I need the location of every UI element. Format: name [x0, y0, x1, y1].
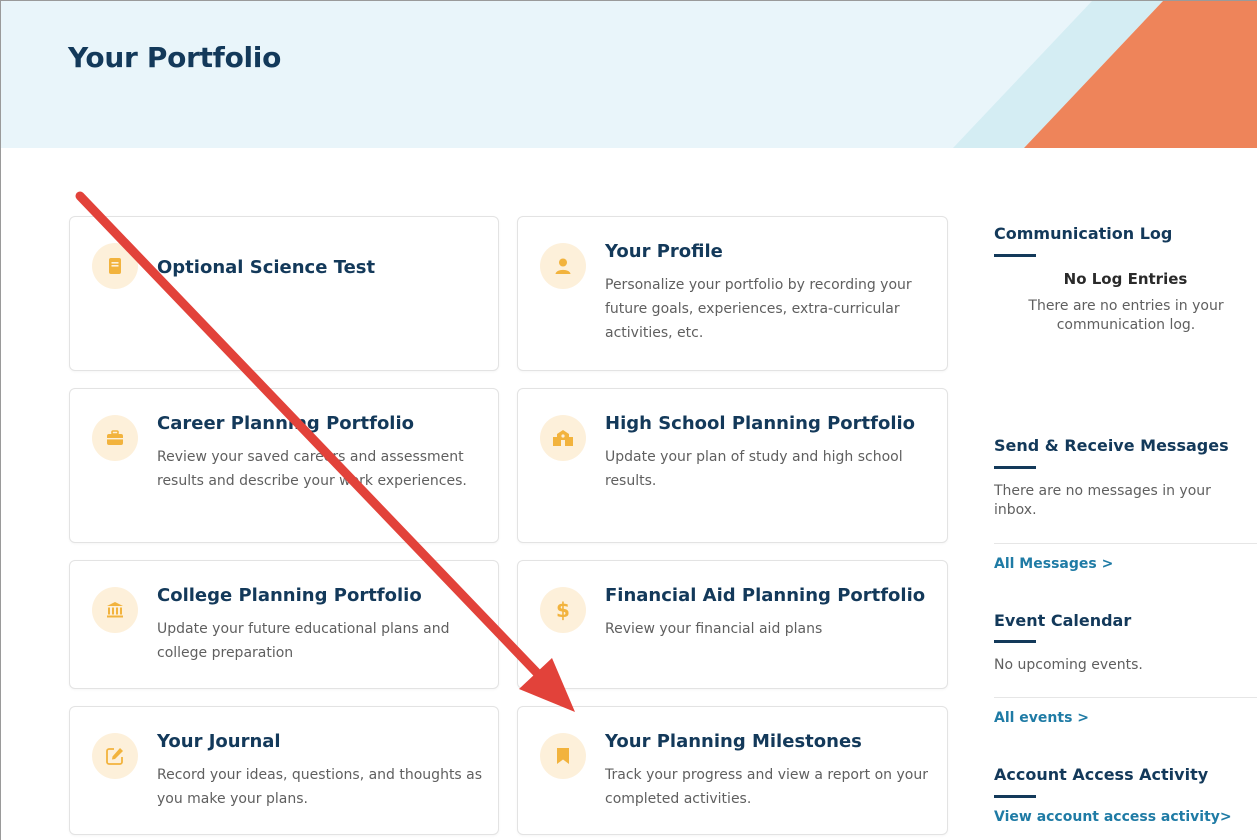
page-header: Your Portfolio — [1, 1, 1257, 148]
section-divider — [994, 543, 1257, 544]
book-icon — [92, 243, 138, 289]
card-description: Record your ideas, questions, and though… — [157, 767, 483, 807]
card-your-planning-milestones[interactable]: Your Planning Milestones Track your prog… — [517, 706, 948, 835]
card-your-profile[interactable]: Your Profile Personalize your portfolio … — [517, 216, 948, 371]
bookmark-icon — [540, 733, 586, 779]
person-icon — [540, 243, 586, 289]
no-log-entries-text: There are no entries in your communicati… — [1028, 298, 1224, 333]
card-high-school-planning-portfolio[interactable]: High School Planning Portfolio Update yo… — [517, 388, 948, 543]
messages-empty-text: There are no messages in your inbox. — [994, 483, 1211, 518]
section-underline — [994, 254, 1036, 257]
card-your-journal[interactable]: Your Journal Record your ideas, question… — [69, 706, 499, 835]
card-title: Your Planning Milestones — [605, 731, 862, 752]
university-icon — [92, 587, 138, 633]
card-financial-aid-planning-portfolio[interactable]: $ Financial Aid Planning Portfolio Revie… — [517, 560, 948, 689]
briefcase-icon — [92, 415, 138, 461]
card-description: Review your financial aid plans — [605, 621, 823, 637]
messages-title: Send & Receive Messages — [994, 436, 1229, 455]
school-icon — [540, 415, 586, 461]
all-messages-link[interactable]: All Messages > — [994, 556, 1113, 572]
edit-icon — [92, 733, 138, 779]
section-underline — [994, 795, 1036, 798]
card-career-planning-portfolio[interactable]: Career Planning Portfolio Review your sa… — [69, 388, 499, 543]
section-underline — [994, 640, 1036, 643]
card-description: Track your progress and view a report on… — [605, 767, 928, 807]
communication-log-title: Communication Log — [994, 224, 1173, 243]
card-college-planning-portfolio[interactable]: College Planning Portfolio Update your f… — [69, 560, 499, 689]
section-underline — [994, 466, 1036, 469]
view-account-access-link[interactable]: View account access activity> — [994, 809, 1232, 825]
card-title: Your Journal — [157, 731, 281, 752]
card-title: Career Planning Portfolio — [157, 413, 415, 434]
card-description: Review your saved careers and assessment… — [157, 449, 467, 489]
card-description: Update your future educational plans and… — [157, 621, 450, 661]
page-title: Your Portfolio — [68, 41, 282, 74]
account-access-title: Account Access Activity — [994, 765, 1209, 784]
events-empty-text: No upcoming events. — [994, 657, 1143, 673]
card-description: Update your plan of study and high schoo… — [605, 449, 903, 489]
card-title: Your Profile — [605, 241, 723, 262]
card-title: Optional Science Test — [157, 257, 376, 278]
event-calendar-title: Event Calendar — [994, 611, 1132, 630]
header-decoration — [953, 1, 1257, 148]
card-title: College Planning Portfolio — [157, 585, 422, 606]
card-title: Financial Aid Planning Portfolio — [605, 585, 926, 606]
all-events-link[interactable]: All events > — [994, 710, 1089, 726]
card-title: High School Planning Portfolio — [605, 413, 916, 434]
no-log-entries-heading: No Log Entries — [1063, 270, 1188, 288]
card-description: Personalize your portfolio by recording … — [605, 277, 912, 341]
card-optional-science-test[interactable]: Optional Science Test — [69, 216, 499, 371]
dollar-icon: $ — [540, 587, 586, 633]
section-divider — [994, 697, 1257, 698]
